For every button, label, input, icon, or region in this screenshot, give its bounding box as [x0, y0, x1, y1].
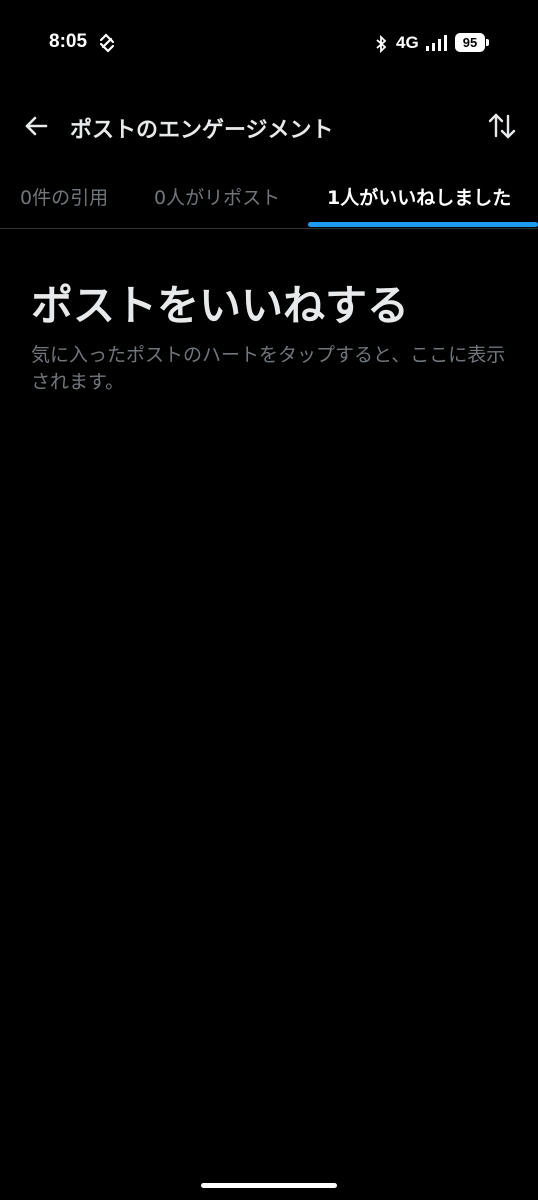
sync-icon	[99, 33, 115, 53]
sort-arrows-icon[interactable]	[484, 108, 520, 144]
tab-likes[interactable]: 1人がいいねしました	[327, 172, 511, 224]
battery-icon: 95	[455, 33, 485, 52]
battery-tip	[486, 39, 489, 46]
signal-icon	[426, 35, 447, 51]
bluetooth-icon	[376, 35, 387, 53]
active-tab-indicator	[308, 222, 538, 227]
tab-reposts[interactable]: 0人がリポスト	[154, 172, 280, 224]
status-time: 8:05	[49, 31, 88, 52]
page-title: ポストのエンゲージメント	[70, 118, 334, 143]
header: ポストのエンゲージメント	[0, 96, 538, 156]
home-indicator[interactable]	[201, 1183, 337, 1188]
empty-state-description: 気に入ったポストのハートをタップすると、ここに表示されます。	[31, 344, 506, 393]
arrow-left-icon[interactable]	[18, 108, 54, 144]
network-label: 4G	[396, 33, 419, 52]
status-bar: 8:05 4G 95	[0, 0, 538, 88]
empty-state-title: ポストをいいねする	[31, 281, 410, 330]
tab-quotes[interactable]: 0件の引用	[20, 172, 108, 224]
engagement-tabs: 0件の引用 0人がリポスト 1人がいいねしました	[0, 172, 538, 229]
